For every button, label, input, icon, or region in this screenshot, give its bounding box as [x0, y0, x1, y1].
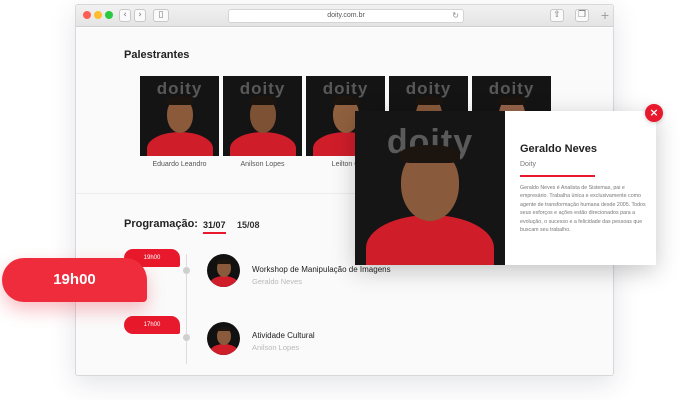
avatar[interactable] [207, 254, 240, 287]
time-badge: 17h00 [124, 316, 180, 334]
timeline-node [183, 267, 190, 274]
hair [166, 96, 193, 105]
speaker-card[interactable]: doity Anilson Lopes [223, 76, 302, 168]
plus-icon[interactable]: + [599, 10, 611, 23]
hair [415, 96, 442, 105]
speaker-figure [207, 322, 240, 355]
speaker-figure [207, 254, 240, 287]
speaker-figure [140, 76, 219, 156]
shirt [209, 276, 238, 287]
event-title[interactable]: Workshop de Manipulação de Imagens [252, 265, 391, 274]
chevron-left-icon[interactable]: ‹ [119, 9, 131, 22]
maximize-window-button[interactable] [105, 11, 113, 19]
speaker-bio: Geraldo Neves é Analista de Sistemas, pa… [520, 185, 646, 234]
hair [216, 259, 231, 264]
speaker-organization: Doity [520, 161, 536, 168]
speaker-figure [223, 76, 302, 156]
shirt [366, 215, 494, 265]
hair [249, 96, 276, 105]
date-tab-label: 15/08 [237, 220, 260, 230]
stage: ‹ › ▯ doity.com.br ↻ ⇧ ❐ + Palestrantes … [0, 0, 679, 400]
share-icon[interactable]: ⇧ [550, 9, 564, 22]
hair [498, 96, 525, 105]
minimize-window-button[interactable] [94, 11, 102, 19]
speaker-name: Anilson Lopes [240, 161, 285, 168]
event-speaker: Anilson Lopes [252, 343, 300, 352]
speaker-detail-popup: doity Geraldo Neves Doity Geraldo Neves … [355, 111, 656, 265]
avatar[interactable] [207, 322, 240, 355]
url-bar[interactable]: doity.com.br ↻ [228, 9, 464, 23]
close-icon[interactable]: × [645, 104, 663, 122]
speaker-name: Eduardo Leandro [152, 161, 207, 168]
browser-titlebar: ‹ › ▯ doity.com.br ↻ ⇧ ❐ + [76, 5, 613, 27]
reload-icon[interactable]: ↻ [452, 10, 459, 22]
shirt [146, 132, 213, 156]
tabs-icon[interactable]: ❐ [575, 9, 589, 22]
speaker-name: Geraldo Neves [520, 143, 598, 155]
chevron-right-icon[interactable]: › [134, 9, 146, 22]
event-speaker: Geraldo Neves [252, 277, 303, 286]
date-tab-label: 31/07 [203, 220, 226, 230]
close-window-button[interactable] [83, 11, 91, 19]
active-tab-underline [203, 232, 226, 234]
highlighted-time-badge: 19h00 [2, 258, 147, 302]
hair [332, 96, 359, 105]
speaker-photo: doity [223, 76, 302, 156]
sidebar-icon[interactable]: ▯ [153, 9, 169, 22]
hair [216, 327, 231, 331]
speaker-photo: doity [140, 76, 219, 156]
speaker-photo-large: doity [355, 111, 505, 265]
accent-rule [520, 175, 595, 177]
schedule-title: Programação: [124, 218, 198, 230]
date-tab-active[interactable]: 31/07 [203, 220, 226, 234]
timeline-node [183, 334, 190, 341]
url-text: doity.com.br [327, 12, 365, 19]
speaker-card[interactable]: doity Eduardo Leandro [140, 76, 219, 168]
hair [400, 145, 460, 163]
shirt [209, 344, 238, 355]
date-tab[interactable]: 15/08 [237, 220, 260, 230]
event-title[interactable]: Atividade Cultural [252, 331, 315, 340]
speaker-figure [355, 111, 505, 265]
speakers-title: Palestrantes [124, 49, 190, 61]
shirt [229, 132, 296, 156]
